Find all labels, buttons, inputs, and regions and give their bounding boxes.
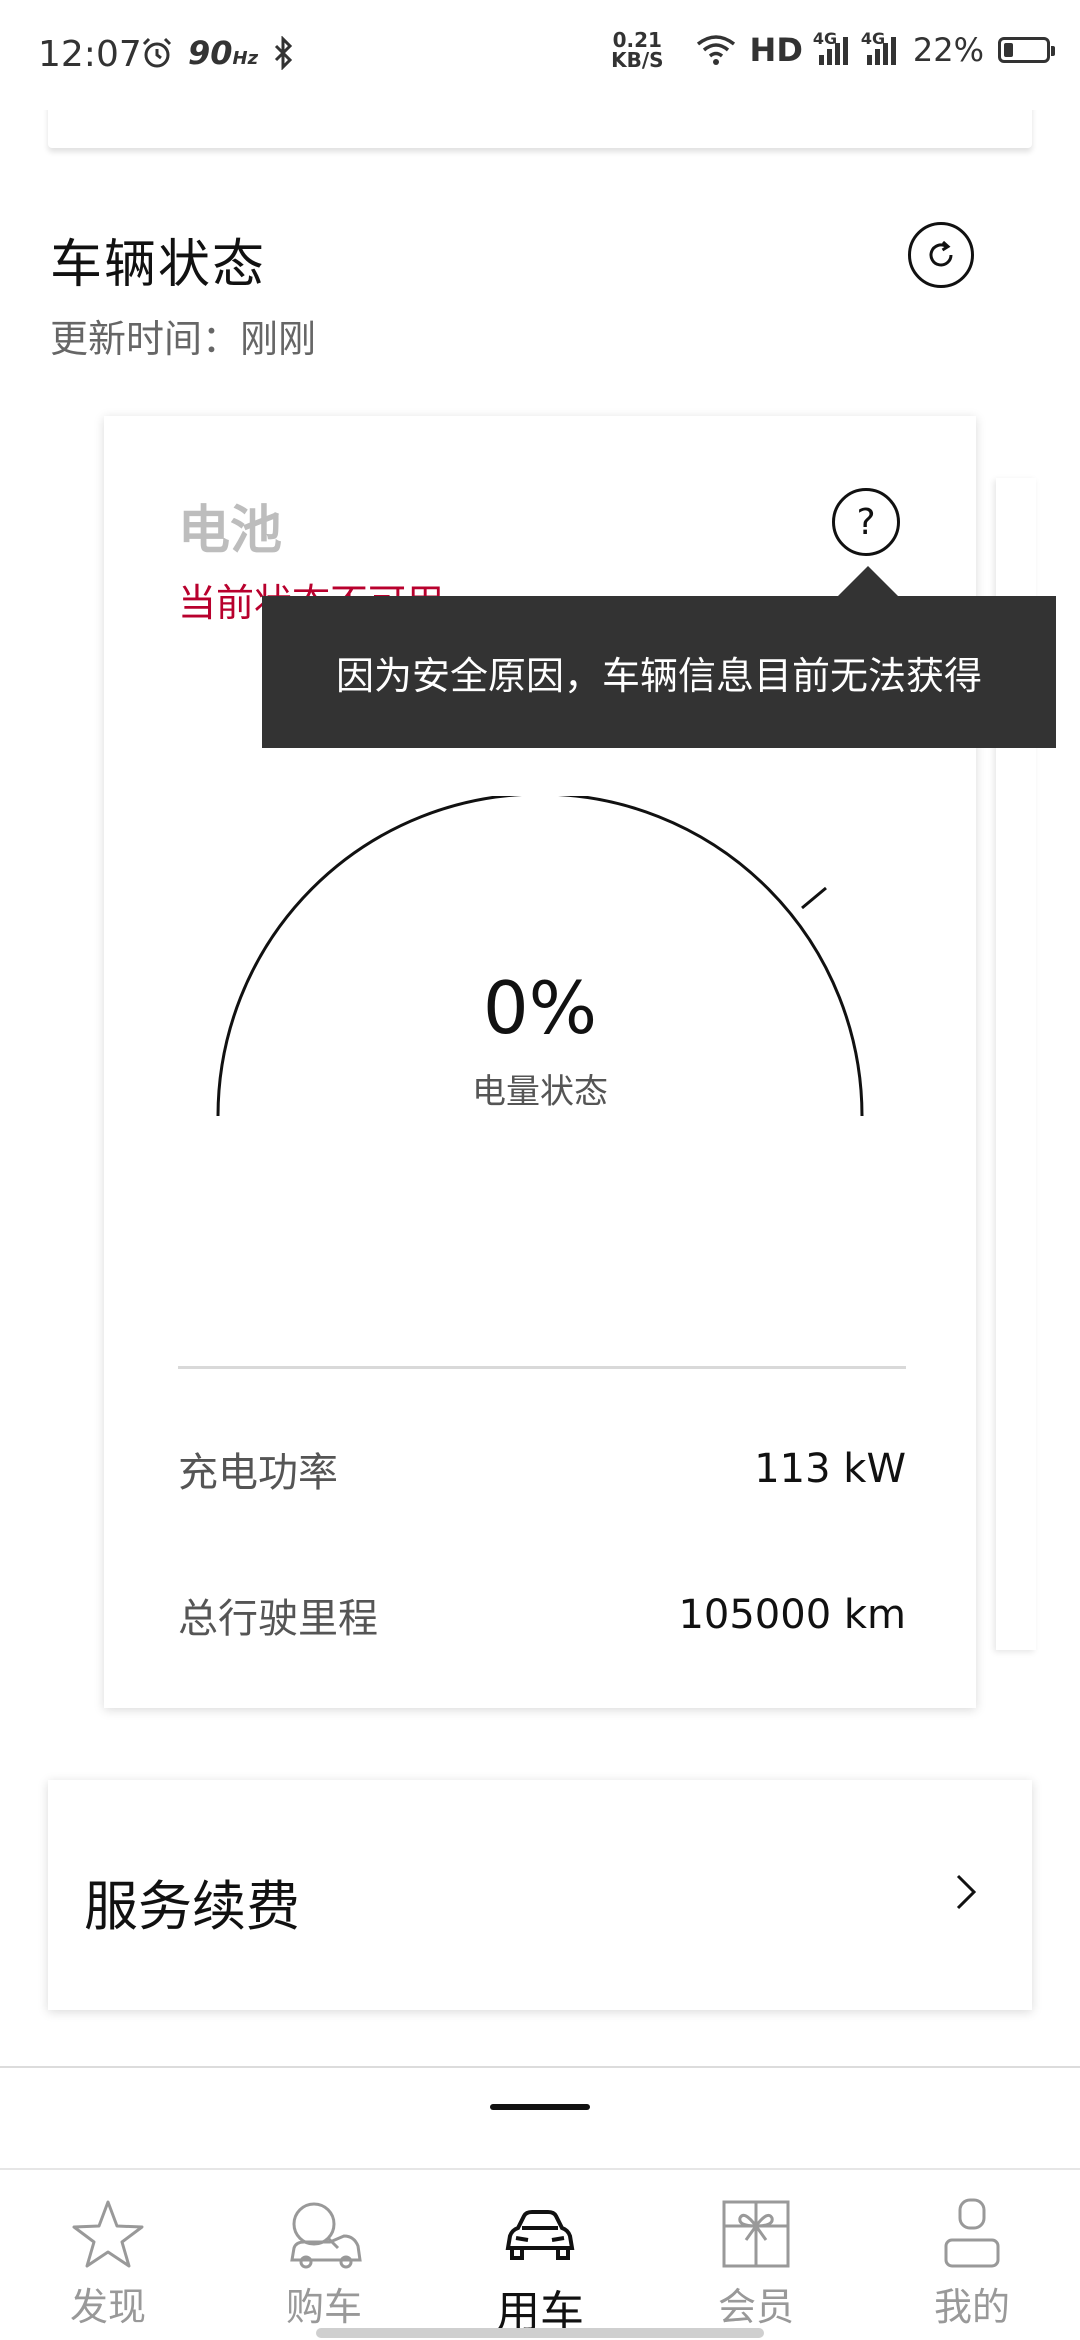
hd-label: HD: [749, 31, 803, 69]
metric-row-total-mileage: 总行驶里程 105000 km: [178, 1586, 906, 1644]
status-bar: 12:07 90Hz 0.21 KB/S HD 4G 4G 22%: [0, 0, 1080, 110]
nav-item-buy-car[interactable]: 购车: [216, 2172, 432, 2340]
service-title: 服务续费: [84, 1875, 300, 1938]
refresh-icon: [929, 240, 953, 267]
nav-item-use-car[interactable]: 用车: [432, 2172, 648, 2340]
nav-item-member[interactable]: 会员: [648, 2172, 864, 2340]
nav-label: 购车: [285, 2285, 362, 2329]
wifi-icon: [696, 35, 735, 65]
metric-label: 充电功率: [178, 1450, 338, 1496]
nav-item-discover[interactable]: 发现: [0, 2172, 216, 2340]
network-type-2: 4G: [860, 29, 886, 48]
card-divider: [178, 1366, 906, 1369]
metric-row-charging-power: 充电功率 113 kW: [178, 1440, 906, 1498]
status-left-icons: 90Hz: [140, 34, 296, 72]
refresh-button[interactable]: [908, 222, 974, 288]
tooltip-arrow: [838, 566, 898, 596]
star-icon: [72, 2200, 144, 2268]
gift-icon: [722, 2200, 790, 2268]
charge-value: 0%: [482, 966, 598, 1050]
refresh-rate-unit: Hz: [232, 48, 259, 69]
tooltip-text: 因为安全原因，车辆信息目前无法获得: [335, 653, 982, 698]
screen: 12:07 90Hz 0.21 KB/S HD 4G 4G 22% 车辆状态 更…: [0, 0, 1080, 2340]
metric-label: 总行驶里程: [178, 1596, 378, 1642]
bottom-nav: 发现 购车 用车 会员 我的: [0, 2172, 1080, 2340]
section-title: 车辆状态: [50, 235, 267, 295]
service-renewal-card[interactable]: 服务续费: [48, 1780, 1032, 2010]
metric-value: 105000 km: [678, 1592, 906, 1638]
battery-card-title: 电池: [178, 501, 283, 561]
question-icon: ?: [856, 501, 876, 543]
tooltip: 因为安全原因，车辆信息目前无法获得: [262, 596, 1056, 748]
net-speed-value: 0.21: [612, 28, 662, 52]
bluetooth-icon: [275, 36, 293, 70]
network-type-1: 4G: [812, 29, 838, 48]
charge-label: 电量状态: [472, 1072, 608, 1112]
nav-label: 会员: [717, 2285, 794, 2329]
bottom-separator: [0, 2066, 1080, 2068]
status-time: 12:07: [38, 34, 142, 75]
chevron-right-icon: [956, 1874, 977, 1910]
nav-separator: [0, 2168, 1080, 2170]
metric-value: 113 kW: [754, 1446, 906, 1492]
home-indicator[interactable]: [316, 2328, 764, 2338]
alarm-icon: [142, 37, 172, 68]
gauge-tick: [801, 886, 827, 910]
signal-1: 4G: [813, 29, 851, 65]
battery-fill: [1004, 43, 1013, 57]
help-button[interactable]: ?: [832, 488, 900, 556]
net-speed: 0.21 KB/S: [611, 30, 663, 70]
nav-label: 我的: [933, 2285, 1010, 2329]
drag-handle[interactable]: [490, 2104, 590, 2110]
update-time: 更新时间：刚刚: [50, 317, 317, 361]
signal-2: 4G: [861, 29, 899, 65]
car-search-icon: [290, 2202, 362, 2269]
net-speed-unit: KB/S: [611, 48, 664, 72]
battery-icon: [998, 37, 1055, 63]
nav-label: 发现: [69, 2285, 146, 2329]
refresh-rate-value: 90: [188, 34, 233, 72]
nav-item-mine[interactable]: 我的: [864, 2172, 1080, 2340]
car-icon: [505, 2210, 575, 2260]
refresh-rate: 90Hz: [188, 34, 258, 72]
status-right: 0.21 KB/S HD 4G 4G 22%: [611, 29, 1055, 70]
person-icon: [944, 2198, 1000, 2268]
battery-percent: 22%: [912, 31, 984, 69]
